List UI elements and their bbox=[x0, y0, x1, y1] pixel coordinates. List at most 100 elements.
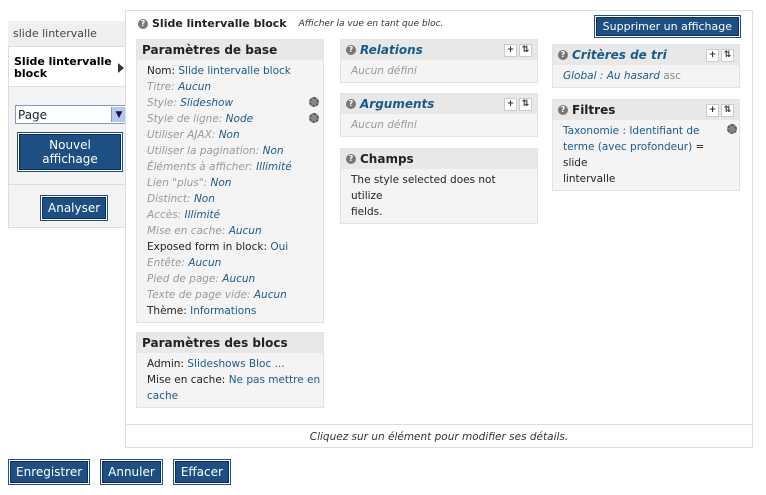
setting-value[interactable]: Non bbox=[263, 145, 284, 157]
block-settings-list: Admin: Slideshows Bloc ... Mise en cache… bbox=[137, 353, 323, 407]
setting-value[interactable]: Oui bbox=[270, 241, 288, 253]
setting-row[interactable]: Accès: Illimité bbox=[147, 207, 313, 223]
setting-row-cont[interactable]: cache bbox=[147, 388, 313, 404]
setting-row[interactable]: Texte de page vide: Aucun bbox=[147, 287, 313, 303]
setting-label: Distinct: bbox=[147, 193, 191, 205]
setting-label: Exposed form in block: bbox=[147, 241, 267, 253]
setting-label: Thème: bbox=[147, 305, 187, 317]
box-title[interactable]: Critères de tri bbox=[572, 48, 667, 62]
setting-value[interactable]: Informations bbox=[190, 305, 256, 317]
rearrange-icon[interactable]: ⇅ bbox=[721, 48, 734, 62]
setting-row[interactable]: Style: Slideshow bbox=[147, 95, 319, 111]
view-editor: ? Slide lintervalle block Afficher la vu… bbox=[125, 10, 753, 448]
clear-button[interactable]: Effacer bbox=[173, 460, 230, 484]
setting-row[interactable]: Pied de page: Aucun bbox=[147, 271, 313, 287]
setting-value[interactable]: cache bbox=[147, 390, 178, 402]
filter-link[interactable]: Taxonomie : Identifiant de bbox=[563, 125, 700, 137]
setting-row[interactable]: Titre: Aucun bbox=[147, 79, 313, 95]
add-display-button[interactable]: Nouvel affichage bbox=[18, 133, 122, 171]
setting-row[interactable]: Admin: Slideshows Bloc ... bbox=[147, 356, 313, 372]
setting-value[interactable]: Aucun bbox=[222, 273, 255, 285]
add-icon[interactable]: + bbox=[504, 97, 517, 111]
setting-value[interactable]: Non bbox=[219, 129, 240, 141]
setting-row[interactable]: Distinct: Non bbox=[147, 191, 313, 207]
divider bbox=[9, 184, 125, 185]
setting-row[interactable]: Exposed form in block: Oui bbox=[147, 239, 313, 255]
setting-value[interactable]: Slide lintervalle block bbox=[178, 65, 291, 77]
setting-row[interactable]: Utiliser la pagination: Non bbox=[147, 143, 313, 159]
setting-value[interactable]: Non bbox=[194, 193, 215, 205]
fields-box: ? Champs The style selected does not util… bbox=[340, 148, 538, 224]
chevron-down-icon[interactable]: ▼ bbox=[111, 107, 126, 122]
setting-row[interactable]: Lien "plus": Non bbox=[147, 175, 313, 191]
empty-text: Aucun défini bbox=[351, 65, 417, 77]
setting-label: Texte de page vide: bbox=[147, 289, 251, 301]
fields-list: The style selected does not utilize fiel… bbox=[341, 169, 537, 223]
help-message: Cliquez sur un élément pour modifier ses… bbox=[126, 424, 752, 445]
help-icon[interactable]: ? bbox=[558, 105, 568, 115]
relations-list: Aucun défini bbox=[341, 60, 537, 82]
setting-label: Style de ligne: bbox=[147, 113, 223, 125]
setting-value[interactable]: Ne pas mettre en bbox=[229, 374, 320, 386]
sort-item[interactable]: Global : Au hasard bbox=[563, 70, 660, 82]
setting-value[interactable]: Aucun bbox=[229, 225, 262, 237]
save-button[interactable]: Enregistrer bbox=[8, 460, 90, 484]
setting-row[interactable]: Mise en cache: Ne pas mettre en bbox=[147, 372, 320, 388]
box-title: Paramètres des blocs bbox=[142, 336, 288, 350]
setting-label: Admin: bbox=[147, 358, 185, 370]
rearrange-icon[interactable]: ⇅ bbox=[519, 43, 532, 57]
filter-link[interactable]: terme (avec profondeur) bbox=[563, 141, 692, 153]
tab-block-display[interactable]: Slide lintervalle block bbox=[8, 47, 126, 87]
setting-value[interactable]: Illimité bbox=[185, 209, 221, 221]
setting-value[interactable]: Illimité bbox=[256, 161, 292, 173]
setting-value[interactable]: Aucun bbox=[178, 81, 211, 93]
analyze-button[interactable]: Analyser bbox=[40, 196, 108, 220]
setting-row[interactable]: Thème: Informations bbox=[147, 303, 313, 319]
delete-display-button[interactable]: Supprimer un affichage bbox=[594, 16, 741, 37]
setting-row[interactable]: Mise en cache: Aucun bbox=[147, 223, 313, 239]
filter-item-cont[interactable]: terme (avec profondeur) = slide bbox=[563, 139, 729, 171]
setting-value[interactable]: Slideshows Bloc ... bbox=[187, 358, 284, 370]
setting-label: Titre: bbox=[147, 81, 175, 93]
gear-icon[interactable] bbox=[309, 113, 319, 123]
help-icon[interactable]: ? bbox=[558, 50, 568, 60]
setting-row[interactable]: Entête: Aucun bbox=[147, 255, 313, 271]
display-type-select[interactable]: Page ▼ bbox=[15, 105, 127, 124]
gear-icon[interactable] bbox=[309, 97, 319, 107]
filters-box: ? Filtres + ⇅ Taxonomie : Identifiant de t… bbox=[552, 99, 740, 191]
setting-row[interactable]: Éléments à afficher: Illimité bbox=[147, 159, 313, 175]
help-icon[interactable]: ? bbox=[346, 99, 356, 109]
box-title[interactable]: Arguments bbox=[360, 97, 434, 111]
setting-label: Mise en cache: bbox=[147, 225, 226, 237]
fields-message: The style selected does not utilize bbox=[351, 174, 496, 202]
setting-row[interactable]: Style de ligne: Node bbox=[147, 111, 319, 127]
box-header: ? Champs bbox=[341, 149, 537, 169]
help-icon[interactable]: ? bbox=[138, 18, 148, 29]
fields-message: fields. bbox=[351, 206, 383, 218]
add-icon[interactable]: + bbox=[504, 43, 517, 57]
rearrange-icon[interactable]: ⇅ bbox=[721, 103, 734, 117]
setting-value[interactable]: Non bbox=[210, 177, 231, 189]
filter-item[interactable]: Taxonomie : Identifiant de bbox=[563, 123, 729, 139]
box-header: ? Filtres + ⇅ bbox=[553, 100, 739, 120]
add-icon[interactable]: + bbox=[706, 103, 719, 117]
setting-value[interactable]: Aucun bbox=[254, 289, 287, 301]
setting-row[interactable]: Utiliser AJAX: Non bbox=[147, 127, 313, 143]
help-icon[interactable]: ? bbox=[346, 154, 356, 164]
setting-row[interactable]: Nom: Slide lintervalle block bbox=[147, 63, 313, 79]
box-title[interactable]: Relations bbox=[360, 43, 423, 57]
box-header: ? Arguments + ⇅ bbox=[341, 94, 537, 114]
setting-label: Éléments à afficher: bbox=[147, 161, 253, 173]
help-icon[interactable]: ? bbox=[346, 45, 356, 55]
setting-value[interactable]: Node bbox=[226, 113, 253, 125]
cancel-button[interactable]: Annuler bbox=[101, 460, 162, 484]
box-header: Paramètres des blocs bbox=[137, 333, 323, 353]
setting-value[interactable]: Aucun bbox=[188, 257, 221, 269]
tab-page-display[interactable]: slide lintervalle bbox=[8, 21, 126, 47]
setting-value[interactable]: Slideshow bbox=[180, 97, 233, 109]
rearrange-icon[interactable]: ⇅ bbox=[519, 97, 532, 111]
box-header: Paramètres de base bbox=[137, 40, 323, 60]
add-icon[interactable]: + bbox=[706, 48, 719, 62]
gear-icon[interactable] bbox=[727, 124, 737, 134]
relations-box: ? Relations + ⇅ Aucun défini bbox=[340, 39, 538, 83]
